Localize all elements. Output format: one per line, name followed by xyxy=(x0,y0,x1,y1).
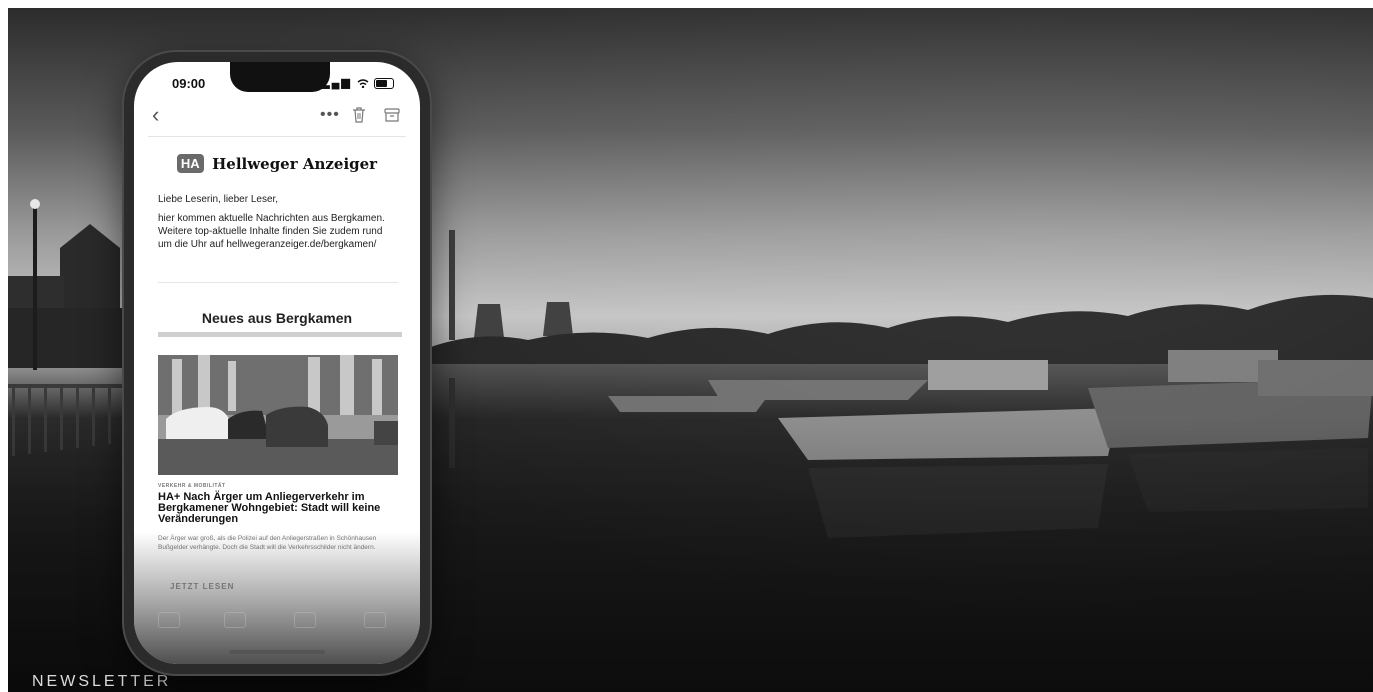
wifi-icon xyxy=(357,78,369,88)
toolbar-divider xyxy=(148,136,406,137)
newsletter-kicker: NEWSLETTER xyxy=(32,673,172,690)
street-cars-photo xyxy=(158,355,398,475)
tab-icon[interactable] xyxy=(364,612,386,628)
read-now-button[interactable]: JETZT LESEN xyxy=(170,582,234,591)
greeting-text: Liebe Leserin, lieber Leser, xyxy=(158,194,279,205)
mail-toolbar: ‹ ••• xyxy=(134,102,420,130)
logo-badge: HA xyxy=(176,154,204,173)
logo-name: Hellweger Anzeiger xyxy=(212,154,378,173)
trash-icon[interactable] xyxy=(352,107,366,123)
more-icon[interactable]: ••• xyxy=(320,106,340,124)
signal-icon: ▂▄▆ xyxy=(321,77,352,89)
tab-bar xyxy=(154,612,400,636)
section-bar xyxy=(158,332,402,337)
status-icons: ▂▄▆ xyxy=(321,76,394,89)
tab-icon[interactable] xyxy=(224,612,246,628)
article-image[interactable] xyxy=(158,355,398,475)
article-category: VERKEHR & MOBILITÄT xyxy=(158,483,226,489)
archive-icon[interactable] xyxy=(384,107,400,123)
intro-text: hier kommen aktuelle Nachrichten aus Ber… xyxy=(158,213,385,250)
intro-divider xyxy=(158,282,398,283)
home-indicator xyxy=(229,650,325,654)
section-title: Neues aus Bergkamen xyxy=(201,310,353,326)
back-icon[interactable]: ‹ xyxy=(152,102,159,128)
article-teaser: Der Ärger war groß, als die Polizei auf … xyxy=(158,535,377,551)
tab-icon[interactable] xyxy=(294,612,316,628)
phone-mockup: 09:00 ▂▄▆ ‹ ••• HA Hellweger Anzeiger Li… xyxy=(124,52,430,674)
newspaper-logo: HA Hellweger Anzeiger xyxy=(134,154,420,173)
status-bar: 09:00 ▂▄▆ xyxy=(134,74,420,94)
article-headline[interactable]: HA+ Nach Ärger um Anliegerverkehr im Ber… xyxy=(158,492,398,525)
battery-icon xyxy=(374,77,394,89)
phone-screen: 09:00 ▂▄▆ ‹ ••• HA Hellweger Anzeiger Li… xyxy=(134,62,420,664)
tab-icon[interactable] xyxy=(158,612,180,628)
status-time: 09:00 xyxy=(172,76,206,91)
